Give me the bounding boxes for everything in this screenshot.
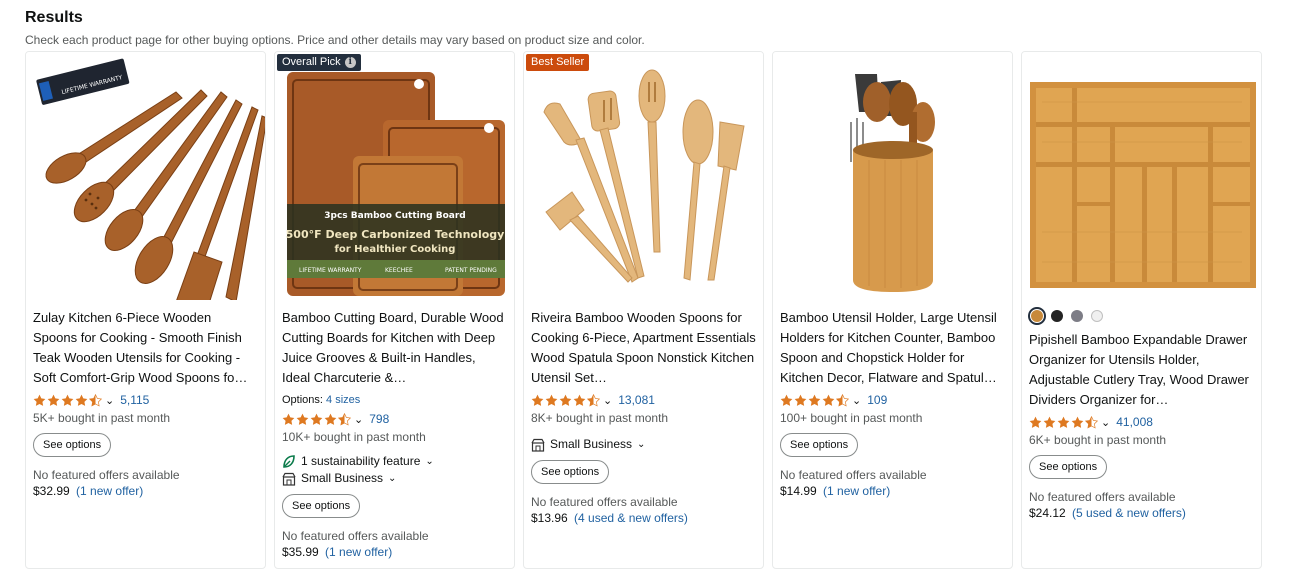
review-count[interactable]: 13,081: [618, 393, 655, 407]
product-grid: LIFETIME WARRANTY Zulay Kitchen 6-Piece …: [25, 51, 1262, 569]
product-title[interactable]: Bamboo Utensil Holder, Large Utensil Hol…: [780, 308, 1005, 388]
no-offers-text: No featured offers available: [282, 529, 429, 543]
rating-row[interactable]: ⌄ 5,115: [33, 391, 258, 409]
price: $35.99: [282, 545, 319, 559]
no-offers-text: No featured offers available: [1029, 490, 1176, 504]
swatch-black[interactable]: [1051, 310, 1063, 322]
product-title[interactable]: Riveira Bamboo Wooden Spoons for Cooking…: [531, 308, 756, 388]
bought-count: 100+ bought in past month: [780, 411, 923, 425]
see-options-button[interactable]: See options: [1029, 455, 1108, 479]
results-title: Results: [25, 9, 83, 26]
bought-count: 10K+ bought in past month: [282, 430, 426, 444]
price: $24.12: [1029, 506, 1066, 520]
see-options-button[interactable]: See options: [531, 460, 610, 484]
product-card: Pipishell Bamboo Expandable Drawer Organ…: [1021, 51, 1262, 569]
bought-count: 6K+ bought in past month: [1029, 433, 1167, 447]
color-swatches: [1028, 307, 1254, 325]
results-subtitle: Check each product page for other buying…: [25, 33, 645, 47]
rating-row[interactable]: ⌄ 13,081: [531, 391, 756, 409]
best-seller-badge[interactable]: Best Seller: [526, 54, 590, 71]
chevron-down-icon[interactable]: ⌄: [852, 394, 861, 407]
product-card: Overall Pick i 3pcs Bamboo Cutting Board…: [274, 51, 515, 569]
no-offers-text: No featured offers available: [531, 495, 678, 509]
price-line: $32.99 (1 new offer): [33, 483, 258, 499]
svg-text:3pcs Bamboo Cutting Board: 3pcs Bamboo Cutting Board: [324, 211, 465, 221]
chevron-down-icon: ⌄: [388, 473, 397, 484]
product-image[interactable]: [1022, 52, 1261, 300]
product-image[interactable]: [773, 52, 1012, 300]
see-options-button[interactable]: See options: [33, 433, 112, 457]
bought-count: 8K+ bought in past month: [531, 411, 669, 425]
product-card: Bamboo Utensil Holder, Large Utensil Hol…: [772, 51, 1013, 569]
no-offers-text: No featured offers available: [780, 468, 927, 482]
store-icon: [282, 472, 296, 486]
product-card: LIFETIME WARRANTY Zulay Kitchen 6-Piece …: [25, 51, 266, 569]
swatch-white[interactable]: [1091, 310, 1103, 322]
svg-text:LIFETIME WARRANTY: LIFETIME WARRANTY: [299, 267, 362, 274]
svg-text:KEECHEE: KEECHEE: [385, 267, 413, 274]
offer-link[interactable]: (4 used & new offers): [574, 511, 688, 525]
offer-link[interactable]: (5 used & new offers): [1072, 506, 1186, 520]
product-title[interactable]: Pipishell Bamboo Expandable Drawer Organ…: [1029, 330, 1254, 410]
small-business-label: Small Business: [301, 471, 384, 485]
bought-count: 5K+ bought in past month: [33, 411, 171, 425]
leaf-icon: [283, 454, 295, 468]
offer-link[interactable]: (1 new offer): [325, 545, 392, 559]
svg-text:PATENT PENDING: PATENT PENDING: [445, 267, 497, 274]
star-rating[interactable]: [33, 393, 102, 407]
review-count[interactable]: 798: [369, 412, 389, 426]
product-title[interactable]: Bamboo Cutting Board, Durable Wood Cutti…: [282, 308, 507, 388]
review-count[interactable]: 41,008: [1116, 415, 1153, 429]
options-line: Options: 4 sizes: [282, 393, 507, 407]
chevron-down-icon[interactable]: ⌄: [354, 413, 363, 426]
chevron-down-icon[interactable]: ⌄: [105, 394, 114, 407]
small-business-feature[interactable]: Small Business ⌄: [282, 470, 507, 487]
chevron-down-icon[interactable]: ⌄: [603, 394, 612, 407]
results-header: Results Check each product page for othe…: [25, 8, 645, 48]
review-count[interactable]: 5,115: [120, 393, 149, 407]
see-options-button[interactable]: See options: [780, 433, 859, 457]
product-title[interactable]: Zulay Kitchen 6-Piece Wooden Spoons for …: [33, 308, 258, 388]
price: $14.99: [780, 484, 817, 498]
small-business-label: Small Business: [550, 437, 633, 451]
star-rating[interactable]: [780, 393, 849, 407]
offer-link[interactable]: (1 new offer): [823, 484, 890, 498]
star-rating[interactable]: [1029, 415, 1098, 429]
offer-link[interactable]: (1 new offer): [76, 484, 143, 498]
svg-text:500°F Deep Carbonized Technolo: 500°F Deep Carbonized Technology: [286, 228, 505, 241]
chevron-down-icon[interactable]: ⌄: [1101, 416, 1110, 429]
options-prefix: Options:: [282, 394, 323, 406]
chevron-down-icon: ⌄: [425, 456, 434, 467]
price-line: $24.12 (5 used & new offers): [1029, 505, 1254, 521]
sizes-link[interactable]: 4 sizes: [326, 394, 360, 406]
price-line: $13.96 (4 used & new offers): [531, 510, 756, 526]
small-business-feature[interactable]: Small Business ⌄: [531, 436, 756, 453]
rating-row[interactable]: ⌄ 798: [282, 410, 507, 428]
rating-row[interactable]: ⌄ 41,008: [1029, 413, 1254, 431]
product-image[interactable]: Best Seller: [524, 52, 763, 300]
price: $13.96: [531, 511, 568, 525]
svg-text:for Healthier Cooking: for Healthier Cooking: [335, 244, 456, 255]
rating-row[interactable]: ⌄ 109: [780, 391, 1005, 409]
star-rating[interactable]: [531, 393, 600, 407]
product-card: Best Seller Riveira Bamboo Wooden Spoons…: [523, 51, 764, 569]
store-icon: [531, 438, 545, 452]
badge-label: Overall Pick: [282, 56, 341, 68]
info-icon[interactable]: i: [344, 57, 356, 68]
overall-pick-badge[interactable]: Overall Pick i: [277, 54, 361, 71]
sustainability-label: 1 sustainability feature: [301, 454, 421, 468]
swatch-gray[interactable]: [1071, 310, 1083, 322]
price-line: $35.99 (1 new offer): [282, 544, 507, 560]
product-image[interactable]: Overall Pick i 3pcs Bamboo Cutting Board…: [275, 52, 514, 300]
star-rating[interactable]: [282, 412, 351, 426]
price-line: $14.99 (1 new offer): [780, 483, 1005, 499]
sustainability-feature[interactable]: 1 sustainability feature ⌄: [282, 453, 507, 470]
product-image[interactable]: LIFETIME WARRANTY: [26, 52, 265, 300]
price: $32.99: [33, 484, 70, 498]
see-options-button[interactable]: See options: [282, 494, 361, 518]
no-offers-text: No featured offers available: [33, 468, 180, 482]
swatch-bamboo[interactable]: [1028, 307, 1046, 325]
chevron-down-icon: ⌄: [637, 439, 646, 450]
review-count[interactable]: 109: [867, 393, 887, 407]
